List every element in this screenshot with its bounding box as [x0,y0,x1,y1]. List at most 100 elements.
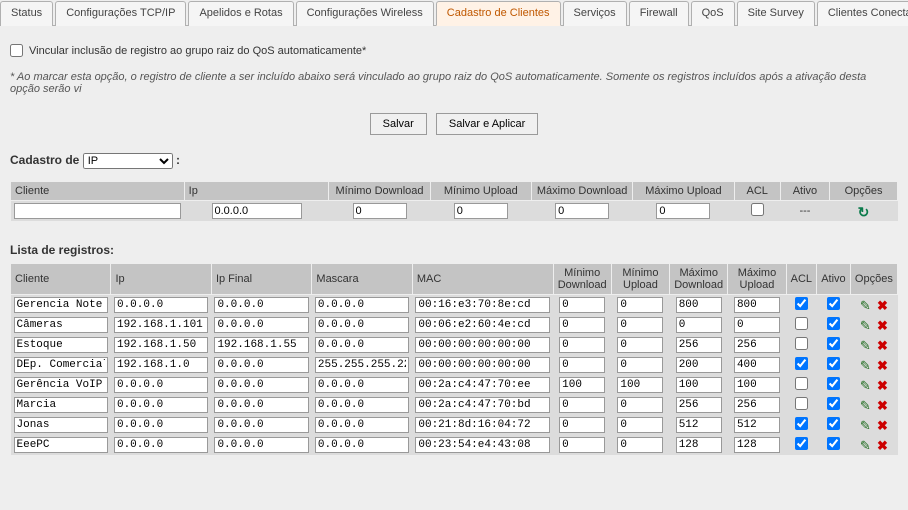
row-max-up-input[interactable] [734,337,780,353]
delete-icon[interactable] [875,438,889,452]
row-ativo-checkbox[interactable] [827,297,840,310]
salvar-button[interactable]: Salvar [370,113,427,135]
delete-icon[interactable] [875,418,889,432]
row-ip-input[interactable] [114,297,208,313]
row-min-up-input[interactable] [617,397,663,413]
row-max-up-input[interactable] [734,377,780,393]
new-max-up-input[interactable] [656,203,710,219]
delete-icon[interactable] [875,398,889,412]
row-min-down-input[interactable] [559,377,605,393]
row-ip-final-input[interactable] [214,297,308,313]
row-max-up-input[interactable] [734,437,780,453]
row-acl-checkbox[interactable] [795,317,808,330]
new-max-down-input[interactable] [555,203,609,219]
row-ativo-checkbox[interactable] [827,417,840,430]
tab-sitesurvey[interactable]: Site Survey [737,1,815,26]
delete-icon[interactable] [875,358,889,372]
row-ativo-checkbox[interactable] [827,397,840,410]
row-mascara-input[interactable] [315,377,409,393]
row-max-down-input[interactable] [676,437,722,453]
row-max-up-input[interactable] [734,297,780,313]
row-ativo-checkbox[interactable] [827,377,840,390]
row-ativo-checkbox[interactable] [827,357,840,370]
row-mac-input[interactable] [415,357,550,373]
row-max-down-input[interactable] [676,297,722,313]
row-mascara-input[interactable] [315,417,409,433]
edit-icon[interactable] [858,418,872,432]
row-max-down-input[interactable] [676,357,722,373]
row-min-down-input[interactable] [559,437,605,453]
row-ip-input[interactable] [114,357,208,373]
vincular-checkbox[interactable] [10,44,23,57]
row-mascara-input[interactable] [315,357,409,373]
row-acl-checkbox[interactable] [795,437,808,450]
new-min-up-input[interactable] [454,203,508,219]
delete-icon[interactable] [875,338,889,352]
row-cliente-input[interactable] [14,437,108,453]
row-min-down-input[interactable] [559,357,605,373]
row-max-up-input[interactable] [734,417,780,433]
row-ip-input[interactable] [114,317,208,333]
row-max-down-input[interactable] [676,417,722,433]
row-ip-final-input[interactable] [214,357,308,373]
row-min-up-input[interactable] [617,377,663,393]
edit-icon[interactable] [858,298,872,312]
row-cliente-input[interactable] [14,377,108,393]
row-ativo-checkbox[interactable] [827,317,840,330]
row-acl-checkbox[interactable] [795,297,808,310]
row-max-down-input[interactable] [676,337,722,353]
row-mascara-input[interactable] [315,337,409,353]
row-ip-final-input[interactable] [214,397,308,413]
row-ip-input[interactable] [114,397,208,413]
tab-apelidos[interactable]: Apelidos e Rotas [188,1,293,26]
new-ip-input[interactable] [212,203,302,219]
row-ip-final-input[interactable] [214,317,308,333]
salvar-aplicar-button[interactable]: Salvar e Aplicar [436,113,538,135]
row-min-down-input[interactable] [559,397,605,413]
row-cliente-input[interactable] [14,417,108,433]
row-ip-input[interactable] [114,417,208,433]
row-mac-input[interactable] [415,337,550,353]
row-ativo-checkbox[interactable] [827,437,840,450]
cadastro-de-select[interactable]: IP [83,153,173,169]
delete-icon[interactable] [875,298,889,312]
tab-servicos[interactable]: Serviços [563,1,627,26]
row-min-up-input[interactable] [617,317,663,333]
edit-icon[interactable] [858,358,872,372]
row-max-up-input[interactable] [734,397,780,413]
row-max-down-input[interactable] [676,397,722,413]
row-mascara-input[interactable] [315,397,409,413]
row-ativo-checkbox[interactable] [827,337,840,350]
row-min-down-input[interactable] [559,317,605,333]
row-acl-checkbox[interactable] [795,397,808,410]
delete-icon[interactable] [875,378,889,392]
row-mac-input[interactable] [415,417,550,433]
row-acl-checkbox[interactable] [795,337,808,350]
row-mascara-input[interactable] [315,297,409,313]
row-ip-final-input[interactable] [214,417,308,433]
tab-wireless[interactable]: Configurações Wireless [296,1,434,26]
row-ip-input[interactable] [114,437,208,453]
row-max-down-input[interactable] [676,377,722,393]
tab-cadastro-clientes[interactable]: Cadastro de Clientes [436,1,561,26]
row-min-up-input[interactable] [617,297,663,313]
row-acl-checkbox[interactable] [795,417,808,430]
tab-clientes-conectados[interactable]: Clientes Conectados [817,1,908,26]
row-mac-input[interactable] [415,377,550,393]
edit-icon[interactable] [858,398,872,412]
row-max-up-input[interactable] [734,357,780,373]
row-min-down-input[interactable] [559,337,605,353]
row-ip-input[interactable] [114,337,208,353]
edit-icon[interactable] [858,338,872,352]
row-min-up-input[interactable] [617,437,663,453]
row-ip-final-input[interactable] [214,337,308,353]
new-min-down-input[interactable] [353,203,407,219]
row-ip-input[interactable] [114,377,208,393]
row-mascara-input[interactable] [315,317,409,333]
row-ip-final-input[interactable] [214,377,308,393]
row-cliente-input[interactable] [14,337,108,353]
row-acl-checkbox[interactable] [795,357,808,370]
row-mac-input[interactable] [415,397,550,413]
tab-qos[interactable]: QoS [691,1,735,26]
row-cliente-input[interactable] [14,317,108,333]
